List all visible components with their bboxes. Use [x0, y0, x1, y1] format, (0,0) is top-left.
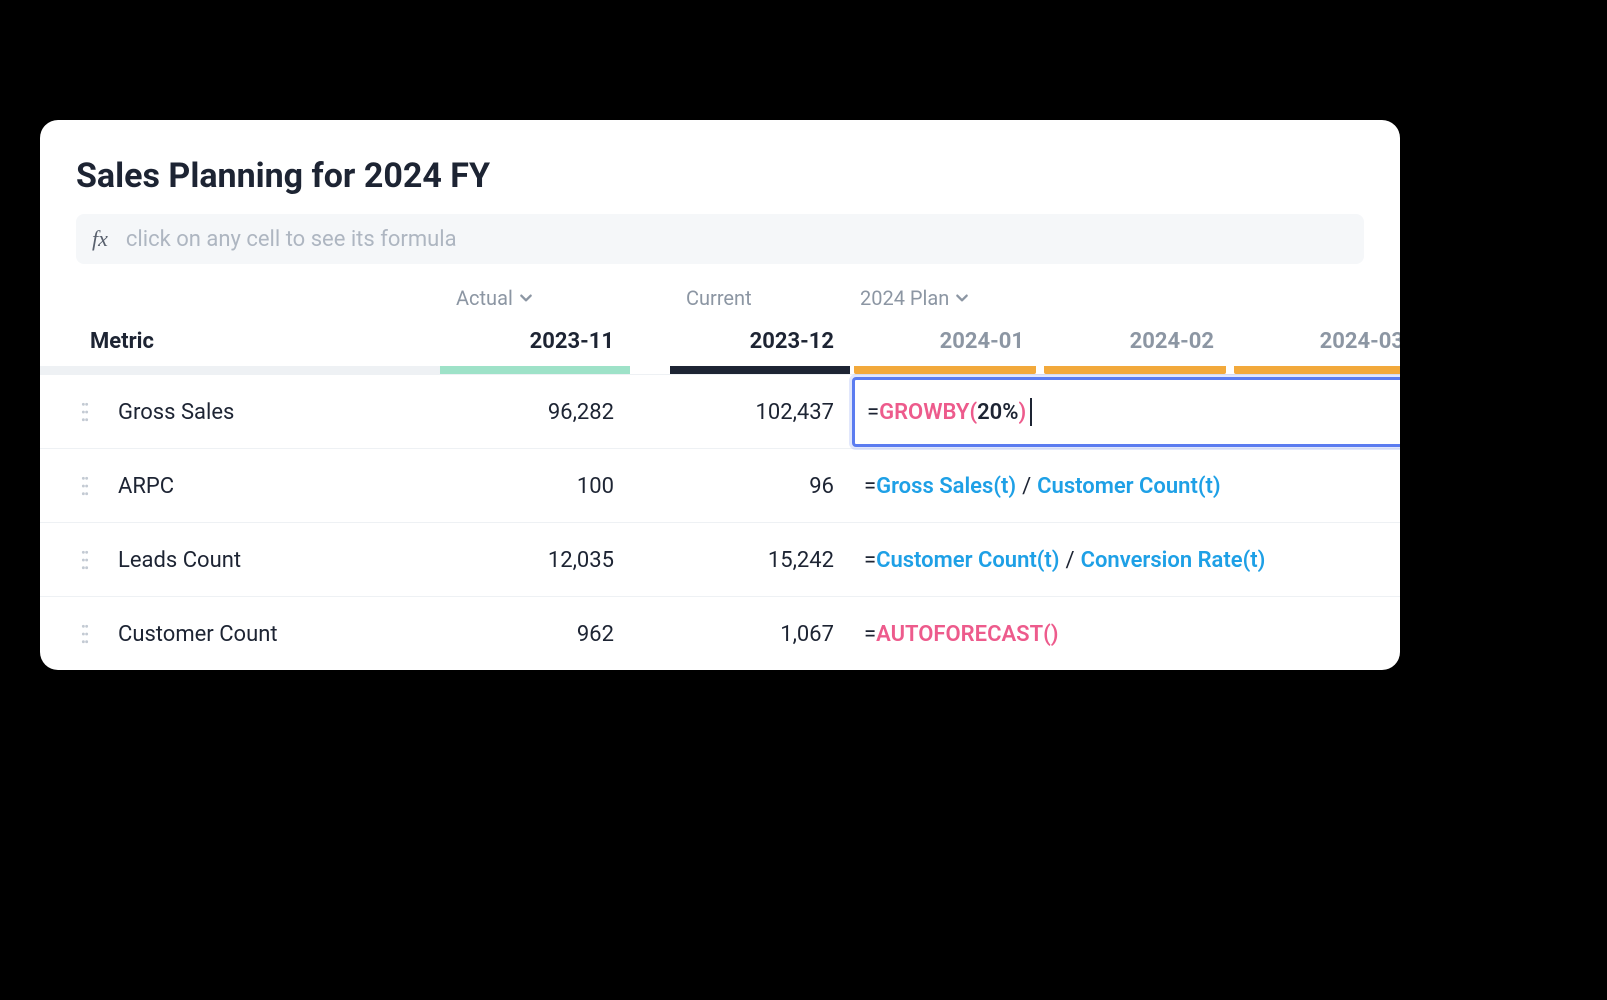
metric-name[interactable]: Gross Sales — [118, 400, 234, 425]
formula-token-fn: GROWBY — [879, 400, 969, 425]
formula-token-fn: AUTOFORECAST — [876, 622, 1043, 647]
metric-name[interactable]: Leads Count — [118, 548, 241, 573]
formula-token-op: / — [1016, 474, 1037, 499]
cell-actual[interactable]: 96,282 — [440, 400, 630, 425]
cell-formula[interactable]: =AUTOFORECAST() — [850, 597, 1400, 670]
formula-token-eq: = — [864, 474, 876, 499]
period-plan-group: 2024-01 2024-02 2024-03 — [850, 316, 1400, 366]
formula-bar[interactable]: fx click on any cell to see its formula — [76, 214, 1364, 264]
column-period-row: Metric 2023-11 2023-12 2024-01 2024-02 2… — [40, 316, 1400, 366]
table-row: Customer Count9621,067=AUTOFORECAST() — [40, 596, 1400, 670]
column-group-plan-label: 2024 Plan — [860, 286, 949, 310]
page-title: Sales Planning for 2024 FY — [40, 120, 1400, 214]
cell-formula-editing[interactable]: =GROWBY(20%) — [852, 377, 1400, 447]
formula-token-ref: Customer Count(t) — [876, 548, 1059, 573]
formula-token-ref: Conversion Rate(t) — [1081, 548, 1266, 573]
formula-token-paren: ( — [1043, 622, 1051, 647]
formula-token-paren: ) — [1051, 622, 1059, 647]
cell-formula[interactable]: =Gross Sales(t)/Customer Count(t) — [850, 449, 1400, 523]
drag-handle-icon[interactable] — [60, 401, 110, 423]
formula-token-arg: 20% — [977, 400, 1018, 425]
cell-current[interactable]: 96 — [670, 474, 850, 499]
cell-formula[interactable]: =Customer Count(t)/Conversion Rate(t) — [850, 523, 1400, 597]
column-group-plan[interactable]: 2024 Plan — [850, 286, 1400, 310]
formula-token-eq: = — [864, 622, 876, 647]
period-actual[interactable]: 2023-11 — [440, 329, 630, 354]
period-current[interactable]: 2023-12 — [670, 329, 850, 354]
chevron-down-icon — [519, 291, 533, 305]
formula-token-eq: = — [864, 548, 876, 573]
column-group-actual-label: Actual — [456, 286, 513, 310]
planning-card: Sales Planning for 2024 FY fx click on a… — [40, 120, 1400, 670]
fx-icon: fx — [92, 226, 108, 252]
drag-handle-icon[interactable] — [60, 475, 110, 497]
column-group-actual[interactable]: Actual — [440, 286, 630, 310]
formula-token-paren: ( — [969, 400, 977, 425]
formula-token-ref: Gross Sales(t) — [876, 474, 1016, 499]
column-group-current-label: Current — [686, 286, 752, 310]
period-plan-2[interactable]: 2024-03 — [1230, 329, 1400, 354]
cell-current[interactable]: 15,242 — [670, 548, 850, 573]
formula-token-eq: = — [867, 400, 879, 425]
formula-token-paren: ) — [1018, 400, 1026, 425]
cell-actual[interactable]: 12,035 — [440, 548, 630, 573]
column-group-row: Actual Current 2024 Plan — [40, 280, 1400, 316]
formula-token-ref: Customer Count(t) — [1037, 474, 1220, 499]
formula-token-op: / — [1060, 548, 1081, 573]
table-row: Gross Sales96,282102,437=GROWBY(20%) — [40, 374, 1400, 448]
cell-actual[interactable]: 962 — [440, 622, 630, 647]
chevron-down-icon — [955, 291, 969, 305]
period-plan-0[interactable]: 2024-01 — [850, 329, 1040, 354]
drag-handle-icon[interactable] — [60, 549, 110, 571]
metric-name[interactable]: Customer Count — [118, 622, 278, 647]
cell-current[interactable]: 1,067 — [670, 622, 850, 647]
drag-handle-icon[interactable] — [60, 623, 110, 645]
table-row: Leads Count12,03515,242=Customer Count(t… — [40, 522, 1400, 596]
table-row: ARPC10096=Gross Sales(t)/Customer Count(… — [40, 448, 1400, 522]
formula-bar-placeholder: click on any cell to see its formula — [126, 227, 457, 252]
text-cursor — [1030, 398, 1032, 426]
metric-header: Metric — [40, 329, 440, 354]
planning-table: Actual Current 2024 Plan Metric 2023-11 … — [40, 280, 1400, 670]
header-underline — [40, 366, 1400, 374]
cell-current[interactable]: 102,437 — [670, 400, 850, 425]
column-group-current: Current — [670, 286, 850, 310]
period-plan-1[interactable]: 2024-02 — [1040, 329, 1230, 354]
cell-actual[interactable]: 100 — [440, 474, 630, 499]
metric-name[interactable]: ARPC — [118, 474, 174, 499]
